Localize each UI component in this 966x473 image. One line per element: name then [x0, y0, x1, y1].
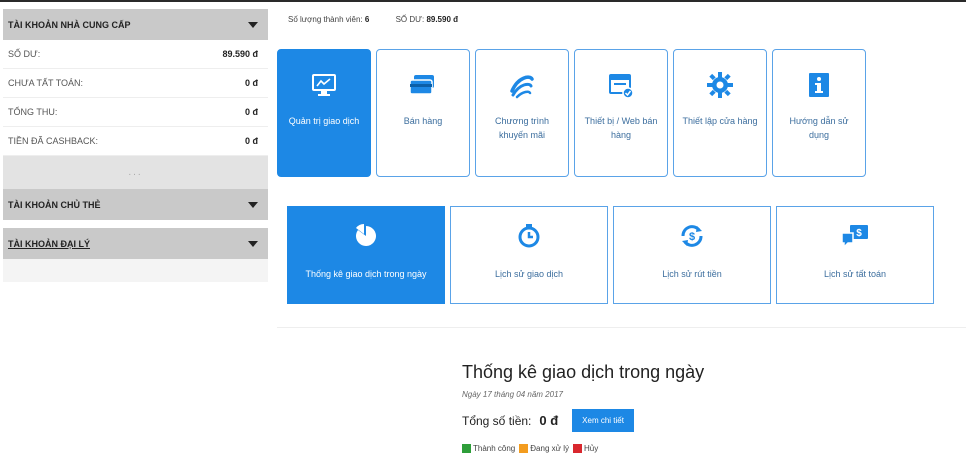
summary-row: TỔNG THU: 0 đ [3, 98, 268, 127]
tile-label: Thống kê giao dịch trong ngày [305, 269, 427, 279]
section-supplier-account[interactable]: TÀI KHOẢN NHÀ CUNG CẤP [3, 9, 268, 40]
clock-icon [517, 221, 541, 251]
section-cardholder-account-label: TÀI KHOẢN CHỦ THẺ [8, 199, 101, 210]
pie-chart-icon [352, 221, 380, 251]
tile-label: Lịch sử tất toán [823, 269, 887, 279]
total-value: 0 đ [539, 413, 559, 428]
legend-item-success: Thành công [462, 444, 515, 453]
tile-label: Lịch sử giao dịch [494, 269, 564, 279]
caret-down-icon [248, 240, 258, 247]
summary-value: 0 đ [244, 136, 258, 146]
summary-row: TIỀN ĐÃ CASHBACK: 0 đ [3, 127, 268, 156]
summary-label: TỔNG THU: [8, 107, 58, 117]
summary-label: TIỀN ĐÃ CASHBACK: [8, 136, 99, 146]
balance-value: 89.590 đ [426, 15, 459, 24]
tile-user-guide[interactable]: Hướng dẫn sử dụng [772, 49, 866, 177]
legend-label: Thành công [473, 444, 516, 453]
members-label: Số lượng thành viên: [288, 15, 363, 24]
swirl-icon [508, 70, 536, 100]
tile-label: Bán hàng [403, 116, 443, 126]
browser-window-icon [607, 70, 635, 100]
tile-transaction-admin[interactable]: Quản trị giao dịch [277, 49, 371, 177]
account-summary: SỐ DƯ: 89.590 đ CHƯA TẤT TOÁN: 0 đ TỔNG … [3, 40, 268, 156]
tile-label: Thiết lập cửa hàng [682, 116, 758, 126]
status-legend: Thành công Đang xử lý Hủy [462, 444, 704, 453]
legend-swatch-cancel [572, 444, 582, 453]
divider [277, 327, 966, 328]
tile-sales[interactable]: Bán hàng [376, 49, 470, 177]
tile-daily-stats[interactable]: Thống kê giao dịch trong ngày [287, 206, 445, 304]
top-border [0, 0, 966, 2]
summary-value: 89.590 đ [222, 49, 258, 59]
tile-withdrawal-history[interactable]: $ Lịch sử rút tiền [613, 206, 771, 304]
tile-label: Lịch sử rút tiền [662, 269, 722, 279]
tile-promotions[interactable]: Chương trình khuyến mãi [475, 49, 569, 177]
total-label: Tổng số tiền: [462, 413, 532, 428]
section-agent-account[interactable]: TÀI KHOẢN ĐẠI LÝ [3, 228, 268, 259]
more-button[interactable]: ... [3, 156, 268, 189]
members-value: 6 [364, 15, 370, 24]
legend-swatch-pending [519, 444, 529, 453]
tile-settlement-history[interactable]: $ Lịch sử tất toán [776, 206, 934, 304]
top-stats: Số lượng thành viên: 6 SỐ DƯ: 89.590 đ [288, 15, 458, 24]
balance-label: SỐ DƯ: [395, 15, 425, 24]
panel-title: Thống kê giao dịch trong ngày [462, 362, 705, 382]
info-icon [806, 70, 832, 100]
section-supplier-account-label: TÀI KHOẢN NHÀ CUNG CẤP [8, 19, 131, 30]
main-menu: Quản trị giao dịch Bán hàng Chương trình… [277, 49, 866, 177]
sidebar: TÀI KHOẢN NHÀ CUNG CẤP SỐ DƯ: 89.590 đ C… [3, 9, 268, 282]
summary-row: CHƯA TẤT TOÁN: 0 đ [3, 69, 268, 98]
legend-label: Hủy [583, 444, 599, 453]
svg-text:$: $ [856, 228, 862, 239]
money-chat-icon: $ [840, 221, 870, 251]
cards-icon [408, 70, 438, 100]
caret-down-icon [248, 21, 258, 28]
section-agent-account-label: TÀI KHOẢN ĐẠI LÝ [8, 238, 90, 249]
tile-label: Quản trị giao dịch [288, 116, 360, 126]
summary-label: SỐ DƯ: [8, 49, 41, 59]
gear-icon [706, 70, 734, 100]
tile-devices[interactable]: Thiết bị / Web bán hàng [574, 49, 668, 177]
tile-store-settings[interactable]: Thiết lập cửa hàng [673, 49, 767, 177]
panel-date: Ngày 17 tháng 04 năm 2017 [462, 390, 563, 399]
svg-text:$: $ [689, 231, 695, 243]
tile-label: Chương trình khuyến mãi [495, 116, 549, 140]
summary-value: 0 đ [244, 107, 258, 117]
tile-label: Hướng dẫn sử dụng [789, 116, 849, 140]
section-gap [3, 220, 268, 228]
daily-stats-panel: Thống kê giao dịch trong ngày Ngày 17 th… [462, 362, 704, 453]
legend-item-pending: Đang xử lý [519, 444, 569, 453]
summary-row: SỐ DƯ: 89.590 đ [3, 40, 268, 69]
caret-down-icon [248, 201, 258, 208]
legend-swatch-success [462, 444, 471, 453]
summary-label: CHƯA TẤT TOÁN: [8, 78, 84, 88]
monitor-chart-icon [311, 70, 337, 100]
legend-label: Đang xử lý [530, 444, 569, 453]
total-amount-row: Tổng số tiền: 0 đ Xem chi tiết [462, 409, 704, 432]
summary-value: 0 đ [244, 78, 258, 88]
dollar-refresh-icon: $ [679, 221, 705, 251]
view-details-button[interactable]: Xem chi tiết [572, 409, 634, 432]
tile-transaction-history[interactable]: Lịch sử giao dịch [450, 206, 608, 304]
report-menu: Thống kê giao dịch trong ngày Lịch sử gi… [287, 206, 934, 304]
tile-label: Thiết bị / Web bán hàng [584, 116, 658, 140]
legend-item-cancel: Hủy [572, 444, 599, 453]
section-cardholder-account[interactable]: TÀI KHOẢN CHỦ THẺ [3, 189, 268, 220]
